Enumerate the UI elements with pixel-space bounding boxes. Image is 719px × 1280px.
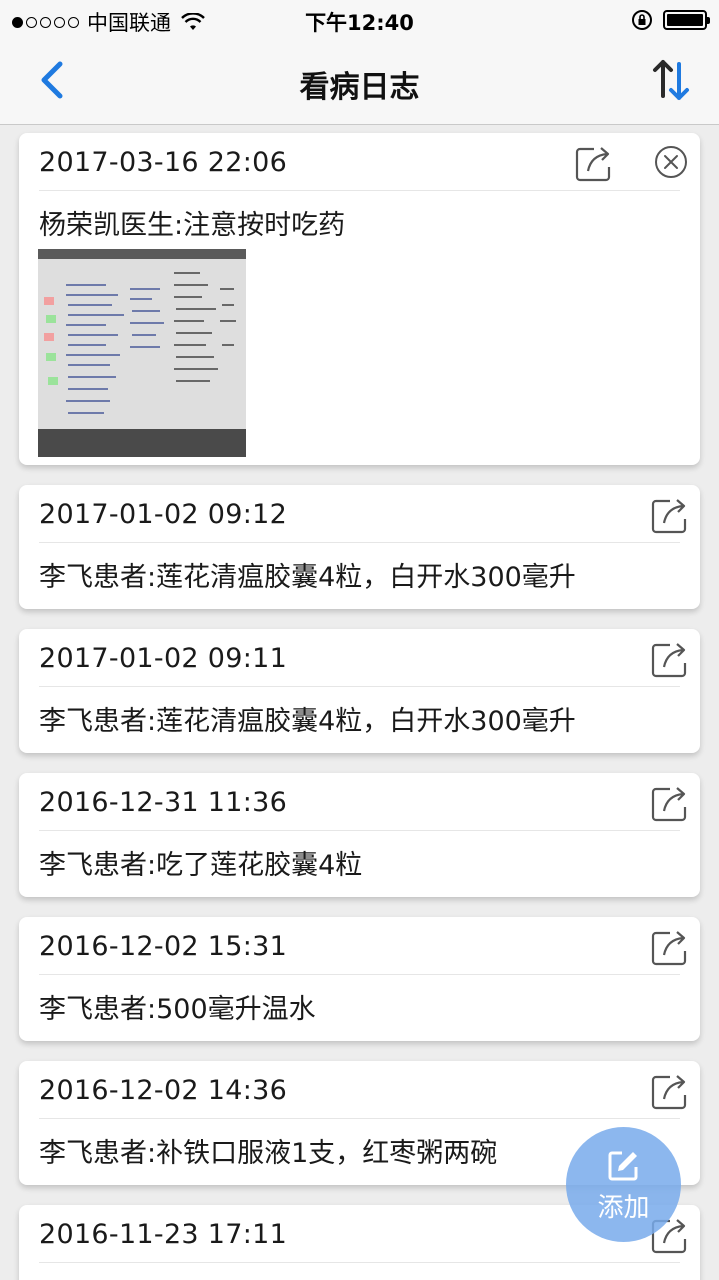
page-title: 看病日志 (299, 70, 420, 105)
share-icon[interactable] (650, 495, 690, 535)
log-entry-card[interactable]: 2017-03-16 22:06 杨荣凯医生:注意按时吃药 (19, 133, 700, 465)
close-icon[interactable] (654, 145, 688, 179)
log-entry-card[interactable]: 2017-01-02 09:12 李飞患者:莲花清瘟胶囊4粒，白开水300毫升 (19, 485, 700, 609)
divider (39, 974, 680, 975)
entry-text: 李飞患者:补铁口服液1支，红枣粥两碗 (39, 1138, 498, 1169)
battery-icon (663, 10, 710, 30)
nav-bar: 看病日志 (0, 40, 719, 125)
entry-date: 2017-01-02 09:11 (39, 643, 288, 674)
entry-text: 李飞患者:500毫升温水 (39, 994, 316, 1025)
divider (39, 1118, 680, 1119)
whiteboard-photo[interactable] (38, 249, 246, 457)
status-time: 下午12:40 (305, 11, 414, 35)
share-icon[interactable] (650, 783, 690, 823)
entry-text: 李飞患者:吃了莲花胶囊4粒 (39, 850, 363, 881)
status-bar: 中国联通 下午12:40 (0, 0, 719, 40)
add-entry-button[interactable]: 添加 (566, 1127, 681, 1242)
entry-text: 李飞患者:莲花清瘟胶囊4粒，白开水300毫升 (39, 706, 576, 737)
log-entry-card[interactable]: 2016-12-31 11:36 李飞患者:吃了莲花胶囊4粒 (19, 773, 700, 897)
entry-date: 2016-12-02 14:36 (39, 1075, 288, 1106)
entry-text: 李飞患者:莲花清瘟胶囊4粒，白开水300毫升 (39, 562, 576, 593)
divider (39, 1262, 680, 1263)
entry-date: 2017-03-16 22:06 (39, 147, 288, 178)
divider (39, 686, 680, 687)
add-entry-label: 添加 (597, 1193, 650, 1223)
share-icon[interactable] (650, 639, 690, 679)
entry-date: 2016-11-23 17:11 (39, 1219, 288, 1250)
edit-icon (608, 1151, 638, 1181)
entry-date: 2016-12-02 15:31 (39, 931, 288, 962)
entry-date: 2016-12-31 11:36 (39, 787, 288, 818)
divider (39, 542, 680, 543)
log-list[interactable]: 2017-03-16 22:06 杨荣凯医生:注意按时吃药 2017-01-02… (0, 125, 719, 1280)
entry-date: 2017-01-02 09:12 (39, 499, 288, 530)
divider (39, 190, 680, 191)
log-entry-card[interactable]: 2016-12-02 15:31 李飞患者:500毫升温水 (19, 917, 700, 1041)
divider (39, 830, 680, 831)
share-icon[interactable] (650, 927, 690, 967)
sort-arrows-icon[interactable] (651, 56, 691, 104)
share-icon[interactable] (574, 143, 614, 183)
status-right (631, 9, 710, 31)
share-icon[interactable] (650, 1071, 690, 1111)
log-entry-card[interactable]: 2017-01-02 09:11 李飞患者:莲花清瘟胶囊4粒，白开水300毫升 (19, 629, 700, 753)
entry-text: 杨荣凯医生:注意按时吃药 (39, 210, 346, 241)
orientation-lock-icon (632, 10, 652, 30)
